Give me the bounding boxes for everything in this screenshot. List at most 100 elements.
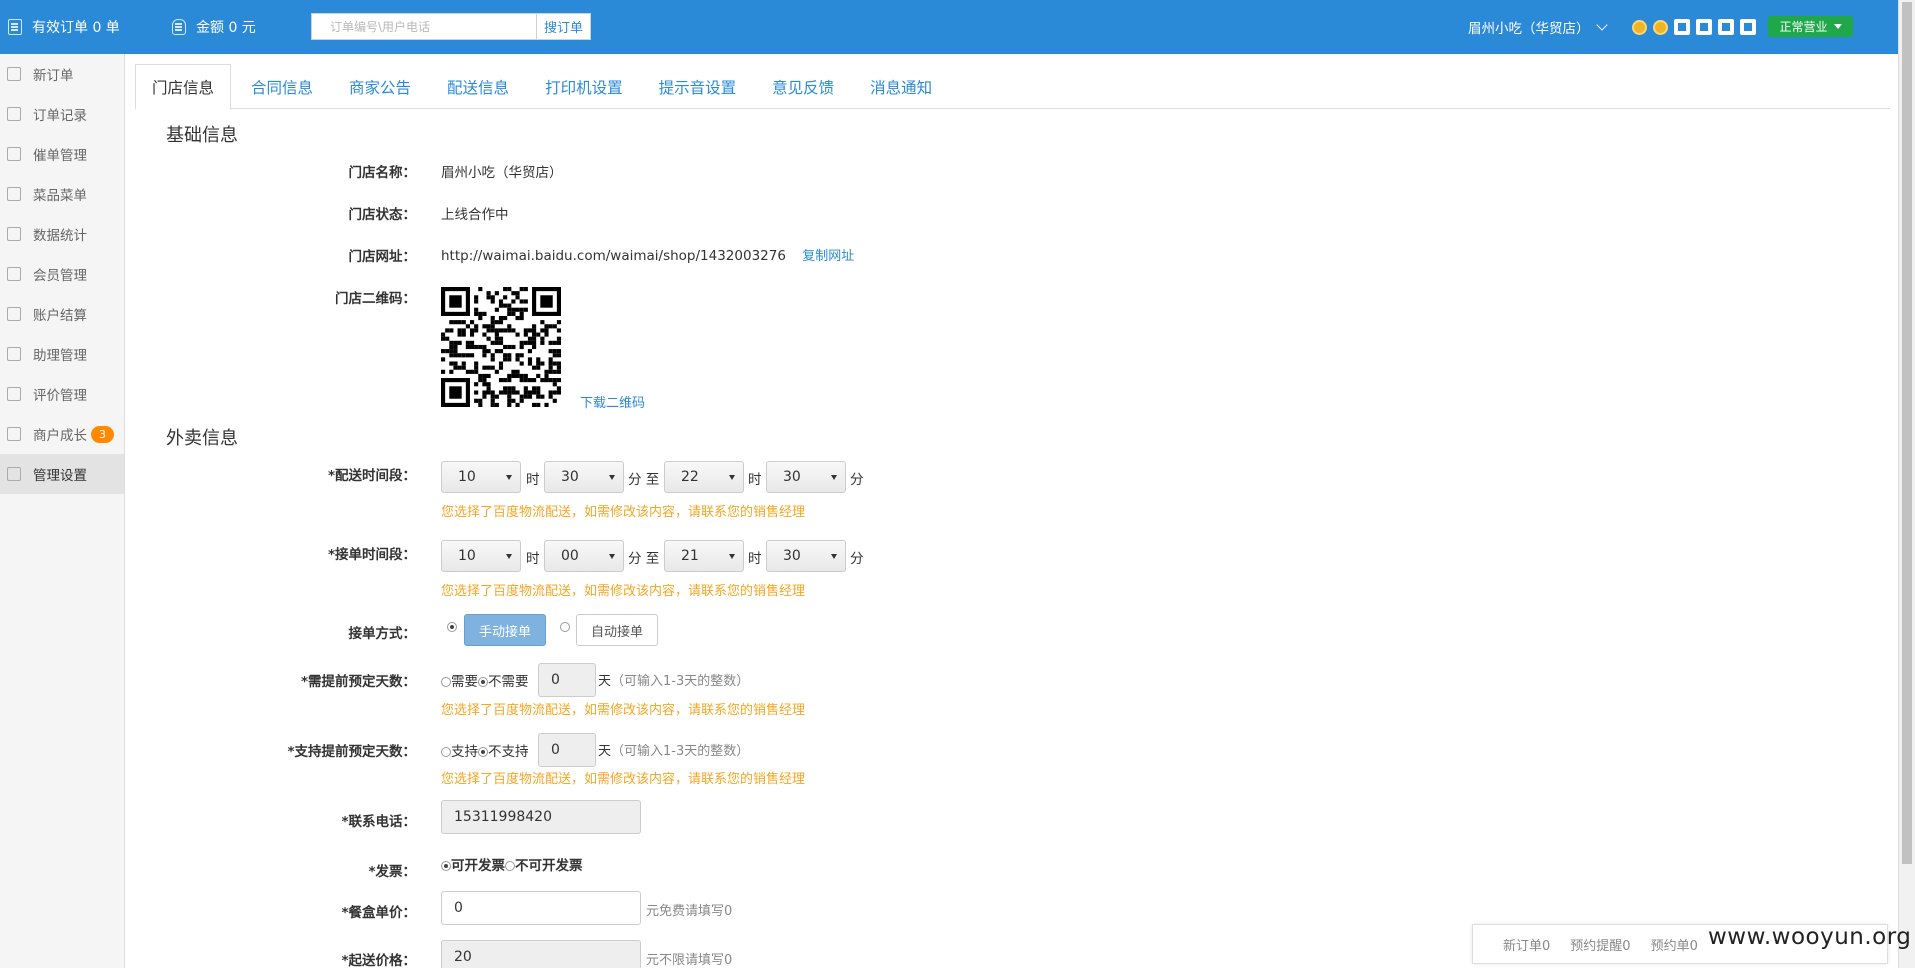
- sidebar-item-growth[interactable]: 商户成长 3: [0, 414, 124, 454]
- sidebar-item-account[interactable]: 账户结算: [0, 294, 124, 334]
- store-url-text: http://waimai.baidu.com/waimai/shop/1432…: [441, 248, 786, 264]
- invoice-no-label: 不可开发票: [515, 858, 583, 874]
- vertical-scrollbar[interactable]: [1898, 0, 1915, 968]
- invoice-yes-label: 可开发票: [451, 858, 505, 874]
- support-warning: 您选择了百度物流配送，如需修改该内容，请联系您的销售经理: [441, 772, 806, 787]
- dropdown-arrow-icon: [729, 554, 735, 559]
- select-value: 10: [458, 548, 476, 564]
- search-input[interactable]: [312, 14, 536, 39]
- order-end-minute-select[interactable]: 30: [766, 540, 846, 572]
- sidebar-item-label: 会员管理: [33, 268, 87, 284]
- order-end-hour-select[interactable]: 21: [664, 540, 744, 572]
- new-order-icon: [7, 67, 21, 81]
- tab-store-info[interactable]: 门店信息: [135, 64, 232, 110]
- sidebar-item-assistant[interactable]: 助理管理: [0, 334, 124, 374]
- accept-manual-radio[interactable]: [447, 622, 457, 632]
- status-label: 正常营业: [1779, 20, 1828, 34]
- delivery-start-minute-select[interactable]: 30: [544, 461, 624, 493]
- sidebar: 新订单 订单记录 催单管理 菜品菜单 数据统计 会员管理 账户结算 助理管理 评…: [0, 54, 125, 968]
- delivery-info-title: 外卖信息: [166, 428, 238, 449]
- sidebar-item-review[interactable]: 评价管理: [0, 374, 124, 414]
- android-icon[interactable]: [1696, 19, 1712, 35]
- menu-list-icon: [7, 187, 21, 201]
- tab-sound[interactable]: 提示音设置: [643, 64, 753, 109]
- invoice-yes-radio[interactable]: [441, 861, 451, 871]
- basic-info-title: 基础信息: [166, 125, 238, 146]
- store-selector[interactable]: 眉州小吃（华贸店）: [1468, 0, 1608, 54]
- gold-icon[interactable]: [1653, 19, 1668, 35]
- delivery-end-hour-select[interactable]: 22: [664, 461, 744, 493]
- tab-announcement[interactable]: 商家公告: [333, 64, 427, 109]
- minute-unit-text: 分: [628, 472, 642, 488]
- invoice-no-radio[interactable]: [505, 861, 515, 871]
- support-radio[interactable]: [441, 747, 451, 757]
- sidebar-item-order-record[interactable]: 订单记录: [0, 94, 124, 134]
- tab-feedback[interactable]: 意见反馈: [756, 64, 850, 109]
- support-label: 支持: [451, 744, 478, 760]
- top-bar: 有效订单 0 单 金额 0 元 搜订单 眉州小吃（华贸店） 正常营业: [0, 0, 1898, 54]
- box-price-input[interactable]: 0: [441, 891, 641, 925]
- qr-label: 门店二维码：: [335, 291, 416, 307]
- sidebar-item-menu[interactable]: 菜品菜单: [0, 174, 124, 214]
- advance-days-label: *需提前预定天数：: [300, 674, 416, 690]
- order-start-hour-select[interactable]: 10: [441, 540, 521, 572]
- sidebar-item-reminder[interactable]: 催单管理: [0, 134, 124, 174]
- sidebar-item-new-order[interactable]: 新订单: [0, 54, 124, 94]
- select-value: 10: [458, 469, 476, 485]
- reserve-orders-count[interactable]: 预约单0: [1651, 935, 1698, 954]
- tab-contract-info[interactable]: 合同信息: [235, 64, 329, 109]
- delivery-start-hour-select[interactable]: 10: [441, 461, 521, 493]
- select-value: 30: [783, 469, 801, 485]
- sidebar-item-stats[interactable]: 数据统计: [0, 214, 124, 254]
- store-name: 眉州小吃（华贸店）: [1468, 21, 1590, 37]
- toolbar-icons: [1632, 19, 1756, 35]
- order-time-warning: 您选择了百度物流配送，如需修改该内容，请联系您的销售经理: [441, 584, 806, 599]
- sidebar-item-label: 数据统计: [33, 228, 87, 244]
- need-radio[interactable]: [441, 677, 451, 687]
- not-need-radio[interactable]: [478, 677, 488, 687]
- tab-delivery-info[interactable]: 配送信息: [431, 64, 525, 109]
- support-days-input[interactable]: 0: [538, 733, 596, 767]
- sidebar-item-label: 催单管理: [33, 148, 87, 164]
- settings-icon: [7, 467, 21, 481]
- not-support-label: 不支持: [488, 744, 529, 760]
- download-qr-link[interactable]: 下载二维码: [580, 392, 645, 411]
- valid-orders[interactable]: 有效订单 0 单: [8, 0, 120, 54]
- order-time-label: *接单时间段：: [327, 547, 416, 563]
- invoice-label: *发票：: [368, 864, 416, 880]
- select-value: 30: [561, 469, 579, 485]
- store-name-label: 门店名称：: [348, 165, 417, 181]
- auto-accept-button[interactable]: 自动接单: [576, 614, 658, 646]
- tab-printer[interactable]: 打印机设置: [529, 64, 639, 109]
- search-button[interactable]: 搜订单: [536, 14, 590, 39]
- invoice-radio-group: 可开发票 不可开发票: [441, 854, 583, 874]
- day-unit: 天: [598, 674, 612, 689]
- phone-icon[interactable]: [1674, 19, 1690, 35]
- business-status-button[interactable]: 正常营业: [1768, 16, 1853, 37]
- new-orders-count[interactable]: 新订单0: [1503, 935, 1550, 954]
- select-value: 21: [681, 548, 699, 564]
- card-icon[interactable]: [1740, 19, 1756, 35]
- not-need-label: 不需要: [488, 674, 529, 690]
- advance-days-input[interactable]: 0: [538, 663, 596, 697]
- sidebar-item-member[interactable]: 会员管理: [0, 254, 124, 294]
- valid-orders-label: 有效订单 0 单: [32, 20, 120, 36]
- scroll-thumb[interactable]: [1902, 2, 1912, 864]
- min-price-input[interactable]: 20: [441, 940, 641, 968]
- copy-url-link[interactable]: 复制网址: [802, 249, 854, 264]
- accept-auto-radio[interactable]: [560, 622, 570, 632]
- tab-notifications[interactable]: 消息通知: [854, 64, 948, 109]
- sidebar-item-settings[interactable]: 管理设置: [0, 454, 124, 494]
- manual-accept-button[interactable]: 手动接单: [464, 614, 546, 646]
- day-hint: （可输入1-3天的整数）: [611, 674, 750, 689]
- tools-icon[interactable]: [1718, 19, 1734, 35]
- coin-icon[interactable]: [1632, 19, 1647, 35]
- growth-badge: 3: [91, 425, 114, 443]
- order-start-minute-select[interactable]: 00: [544, 540, 624, 572]
- delivery-end-minute-select[interactable]: 30: [766, 461, 846, 493]
- phone-input[interactable]: 15311998420: [441, 800, 641, 834]
- min-price-hint: 元不限请填写0: [646, 953, 733, 968]
- not-support-radio[interactable]: [478, 747, 488, 757]
- reserve-remind-count[interactable]: 预约提醒0: [1570, 935, 1630, 954]
- select-value: 22: [681, 469, 699, 485]
